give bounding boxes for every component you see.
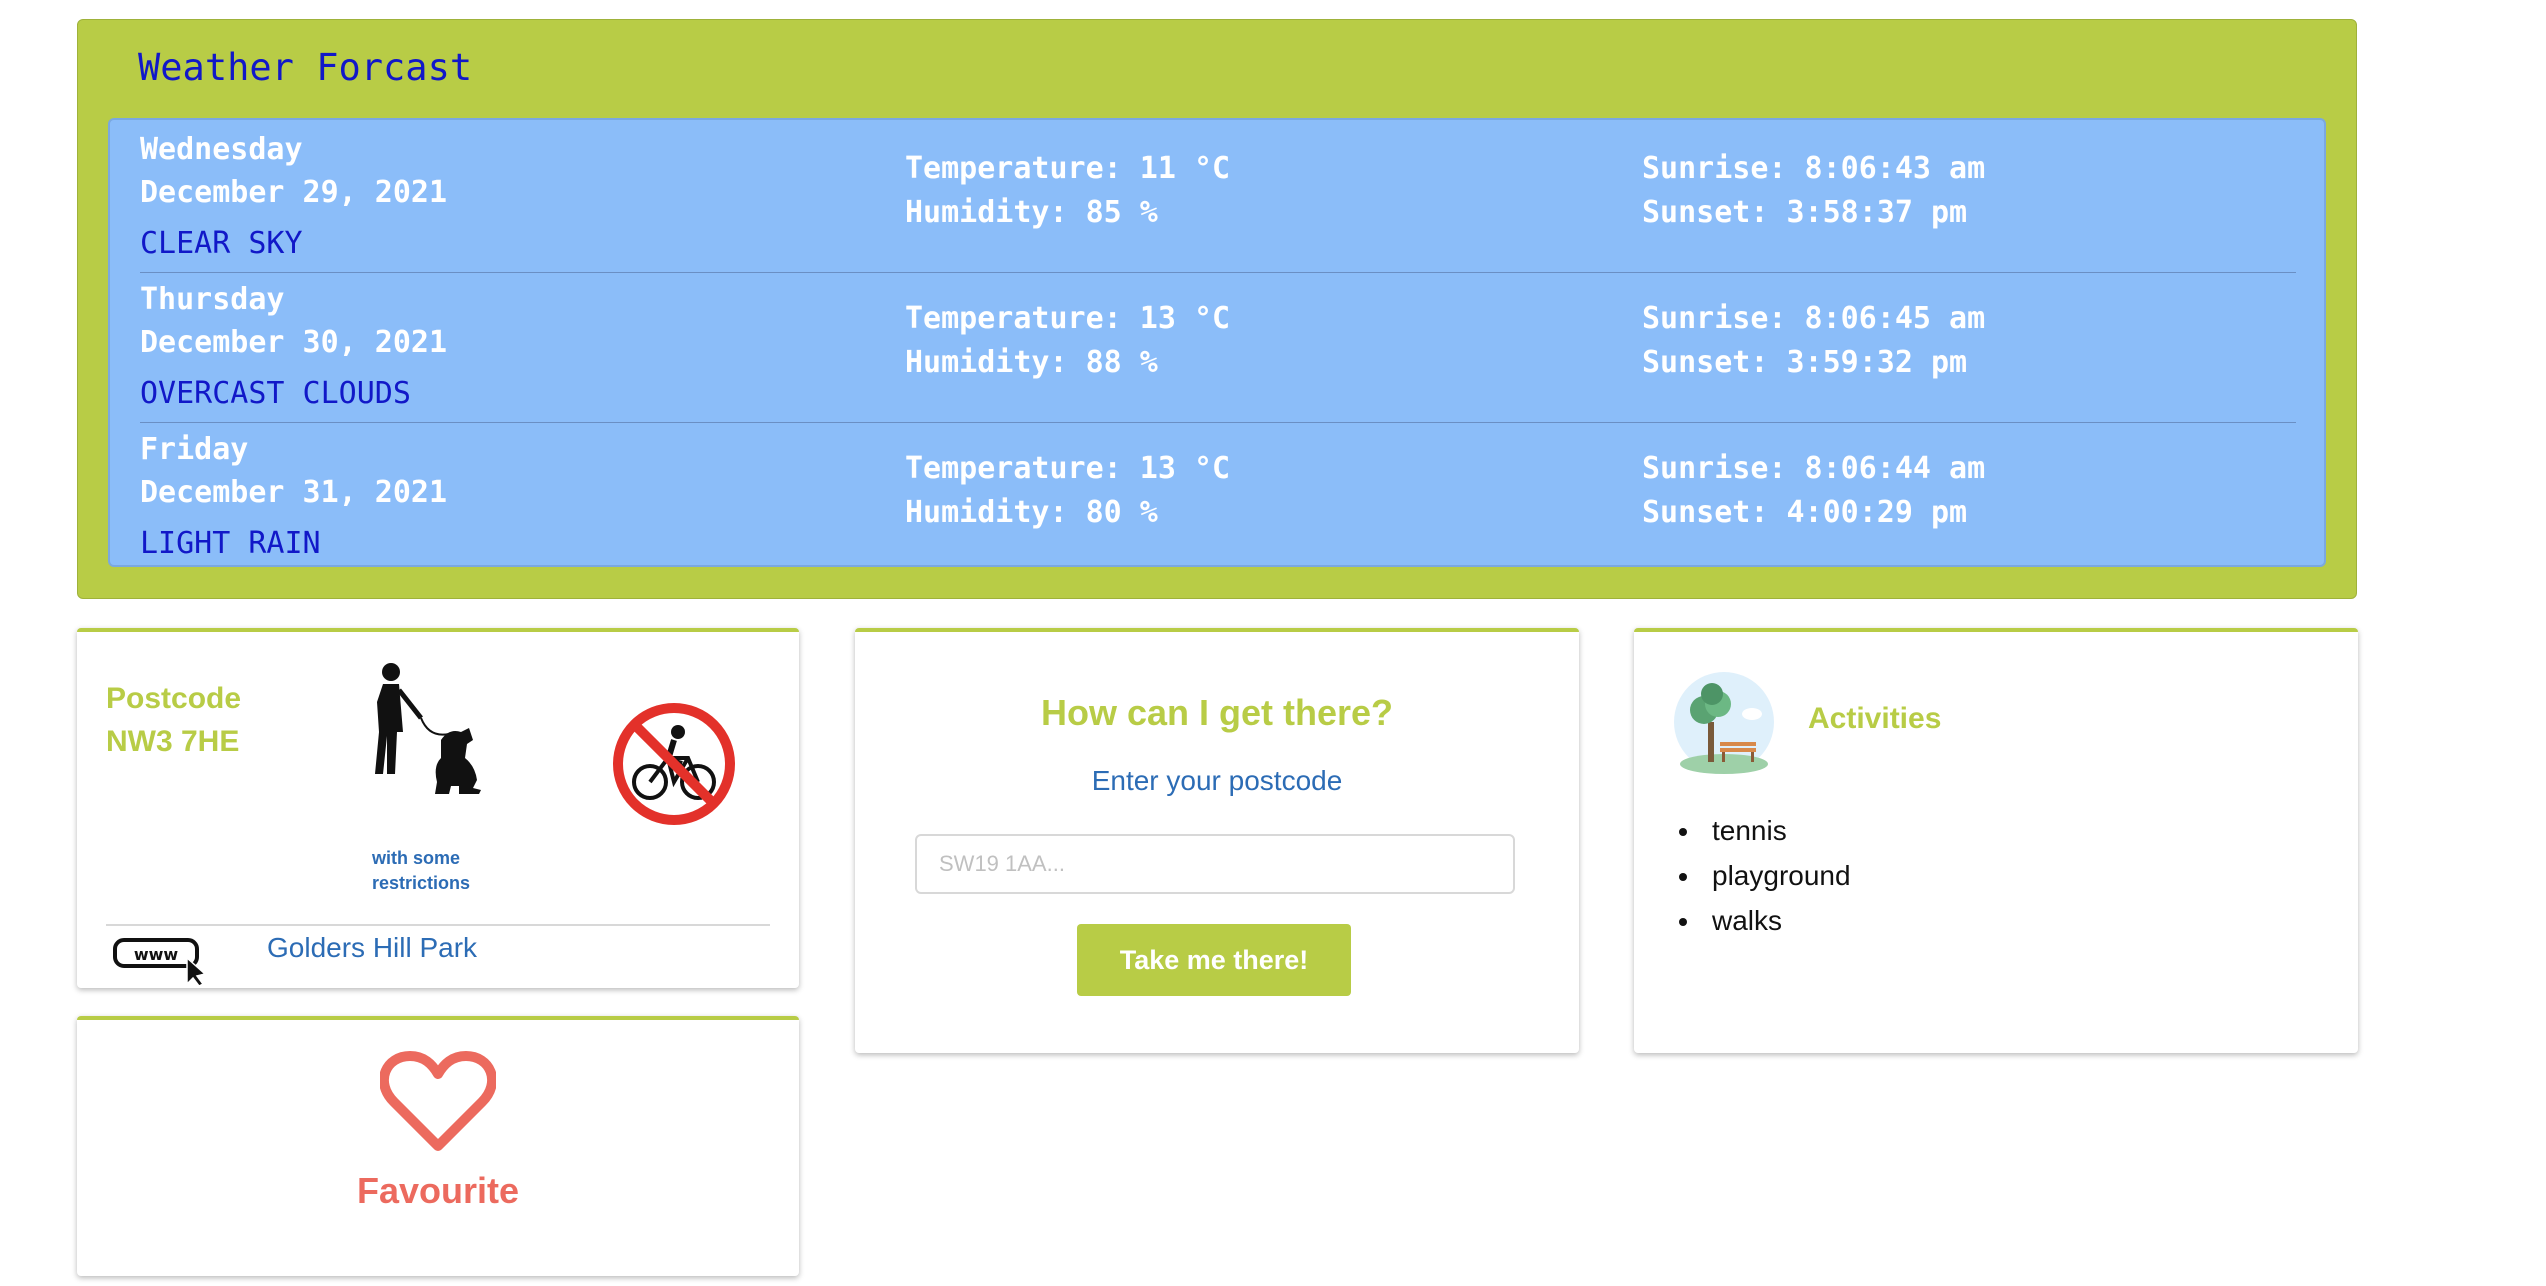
favourite-label: Favourite bbox=[356, 1170, 520, 1211]
postcode-value: NW3 7HE bbox=[106, 725, 240, 758]
forecast-humidity: Humidity: 88 % bbox=[905, 345, 1158, 380]
forecast-sunset: Sunset: 3:59:32 pm bbox=[1642, 345, 1968, 380]
heart-icon[interactable] bbox=[380, 1050, 496, 1154]
row-divider bbox=[140, 272, 2296, 273]
no-cycling-icon bbox=[613, 703, 735, 825]
forecast-temperature: Temperature: 11 °C bbox=[905, 151, 1231, 186]
favourite-card[interactable]: Favourite bbox=[77, 1016, 799, 1276]
postcode-label: Postcode bbox=[106, 682, 242, 715]
forecast-sunset: Sunset: 3:58:37 pm bbox=[1642, 195, 1968, 230]
directions-title: How can I get there? bbox=[1040, 692, 1394, 733]
list-item: walks bbox=[1702, 898, 1851, 943]
forecast-sunrise: Sunrise: 8:06:44 am bbox=[1642, 451, 1986, 486]
forecast-row: Thursday December 30, 2021 OVERCAST CLOU… bbox=[110, 274, 2324, 424]
forecast-row: Wednesday December 29, 2021 CLEAR SKY Te… bbox=[110, 124, 2324, 274]
forecast-row: Friday December 31, 2021 LIGHT RAIN Temp… bbox=[110, 424, 2324, 574]
forecast-day: Wednesday bbox=[140, 132, 303, 167]
activities-card: Activities tennis playground walks bbox=[1634, 628, 2358, 1053]
forecast-date: December 30, 2021 bbox=[140, 325, 448, 360]
website-icon: www bbox=[113, 938, 207, 987]
take-me-there-button[interactable]: Take me there! bbox=[1077, 924, 1351, 996]
forecast-humidity: Humidity: 85 % bbox=[905, 195, 1158, 230]
park-bench-icon bbox=[1674, 672, 1774, 774]
weather-forecast-panel: Weather Forcast Wednesday December 29, 2… bbox=[77, 19, 2357, 599]
forecast-date: December 31, 2021 bbox=[140, 475, 448, 510]
forecast-humidity: Humidity: 80 % bbox=[905, 495, 1158, 530]
weather-title: Weather Forcast bbox=[138, 46, 473, 89]
www-label: www bbox=[134, 945, 179, 964]
park-info-card: Postcode NW3 7HE with some restrictions … bbox=[77, 628, 799, 988]
forecast-day: Thursday bbox=[140, 282, 285, 317]
activities-title: Activities bbox=[1808, 702, 1942, 735]
list-item: tennis bbox=[1702, 808, 1851, 853]
list-item: playground bbox=[1702, 853, 1851, 898]
park-website-link[interactable]: Golders Hill Park bbox=[267, 932, 477, 964]
activities-list: tennis playground walks bbox=[1670, 808, 1851, 943]
postcode-input[interactable] bbox=[915, 834, 1515, 894]
forecast-date: December 29, 2021 bbox=[140, 175, 448, 210]
forecast-condition: LIGHT RAIN bbox=[140, 526, 321, 561]
row-divider bbox=[140, 422, 2296, 423]
forecast-list: Wednesday December 29, 2021 CLEAR SKY Te… bbox=[108, 118, 2326, 567]
forecast-sunrise: Sunrise: 8:06:43 am bbox=[1642, 151, 1986, 186]
card-divider bbox=[106, 924, 770, 926]
forecast-temperature: Temperature: 13 °C bbox=[905, 301, 1231, 336]
forecast-sunset: Sunset: 4:00:29 pm bbox=[1642, 495, 1968, 530]
forecast-temperature: Temperature: 13 °C bbox=[905, 451, 1231, 486]
directions-subtitle: Enter your postcode bbox=[1091, 765, 1343, 796]
forecast-day: Friday bbox=[140, 432, 249, 467]
forecast-condition: CLEAR SKY bbox=[140, 226, 303, 261]
forecast-condition: OVERCAST CLOUDS bbox=[140, 376, 411, 411]
directions-card: How can I get there? Enter your postcode… bbox=[855, 628, 1579, 1053]
dog-restriction-note: with some restrictions bbox=[372, 848, 471, 893]
dog-walking-icon bbox=[375, 663, 481, 794]
forecast-sunrise: Sunrise: 8:06:45 am bbox=[1642, 301, 1986, 336]
